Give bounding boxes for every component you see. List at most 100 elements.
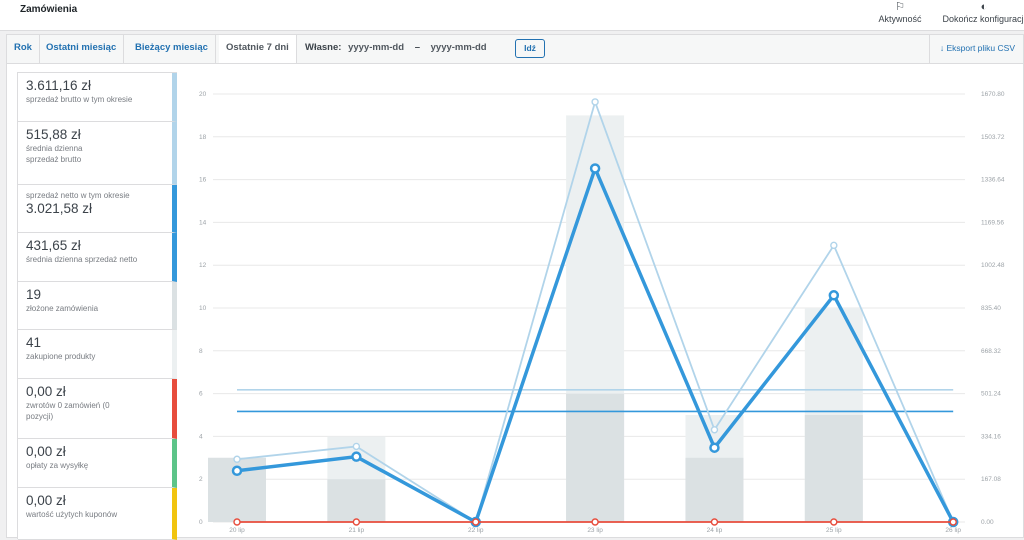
legend-label: sprzedaż brutto w tym okresie	[26, 95, 133, 104]
legend-avg-gross-sales[interactable]: 515,88 zł średnia dzienna sprzedaż brutt…	[18, 122, 177, 185]
series-point	[231, 465, 243, 477]
legend-amount: 431,65 zł	[26, 238, 81, 253]
series-point	[591, 98, 599, 106]
progress-circle-icon: ◐	[980, 1, 988, 13]
y-left-tick-label: 12	[199, 262, 207, 269]
series-point	[830, 518, 838, 526]
x-tick-label: 26 lip	[945, 527, 961, 534]
sales-chart-svg: 0 2 4 6 8 10 12 14 16 18 20 0.00 167.08 334.16 501.24 6…	[199, 91, 1005, 534]
y-right-tick-label: 167.08	[981, 476, 1001, 483]
x-tick-label: 22 lip	[468, 527, 484, 534]
y-right-tick-label: 1503.72	[981, 134, 1005, 141]
legend-amount: 19	[26, 287, 42, 302]
legend-gross-sales[interactable]: 3.611,16 zł sprzedaż brutto w tym okresi…	[18, 73, 177, 122]
range-separator: –	[414, 42, 420, 53]
y-left-tick-label: 16	[199, 177, 207, 184]
tab-year[interactable]: Rok	[7, 35, 40, 63]
y-right-tick-label: 1002.48	[981, 262, 1005, 269]
legend-coupons[interactable]: 0,00 zł wartość użytych kuponów	[18, 488, 177, 540]
legend-label: opłaty za wysyłkę	[26, 461, 89, 470]
sales-chart: 0 2 4 6 8 10 12 14 16 18 20 0.00 167.08 334.16 501.24 6…	[183, 72, 1024, 539]
y-right-tick-label: 0.00	[981, 519, 994, 526]
custom-range: Własne: yyyy-mm-dd – yyyy-mm-dd	[305, 35, 487, 63]
orders-bar	[685, 457, 744, 522]
legend-label: średnia dzienna sprzedaż netto	[26, 255, 138, 264]
legend-amount: 41	[26, 335, 42, 350]
x-tick-label: 24 lip	[707, 527, 723, 534]
x-tick-label: 20 lip	[229, 527, 245, 534]
export-csv-link[interactable]: ↓ Eksport pliku CSV	[928, 35, 1023, 63]
legend-label: zakupione produkty	[26, 352, 96, 361]
series-point	[472, 518, 480, 526]
report-panel: 3.611,16 zł sprzedaż brutto w tym okresi…	[6, 63, 1024, 540]
y-left-tick-label: 2	[199, 476, 203, 483]
series-point	[709, 442, 720, 453]
x-tick-label: 25 lip	[826, 527, 842, 534]
tab-last-month[interactable]: Ostatni miesiąc	[39, 35, 125, 63]
end-date-input[interactable]: yyyy-mm-dd	[431, 42, 487, 53]
series-point	[949, 518, 957, 526]
legend-label: wartość użytych kuponów	[26, 510, 118, 519]
series-point	[710, 426, 719, 434]
x-tick-label: 23 lip	[587, 527, 603, 534]
custom-range-label: Własne:	[305, 42, 342, 53]
y-left-tick-label: 6	[199, 391, 203, 398]
tab-current-month[interactable]: Bieżący miesiąc	[128, 35, 216, 63]
y-left-tick-label: 14	[199, 219, 207, 226]
legend-avg-net-sales[interactable]: 431,65 zł średnia dzienna sprzedaż netto	[18, 233, 177, 282]
legend-amount: 515,88 zł	[26, 127, 81, 142]
finish-setup-label: Dokończ konfiguracji	[942, 14, 1024, 24]
y-right-tick-label: 501.24	[981, 391, 1001, 398]
orders-bar	[804, 415, 863, 522]
y-right-tick-label: 1670.80	[981, 91, 1005, 98]
y-left-tick-label: 8	[199, 348, 203, 355]
chart-legend: 3.611,16 zł sprzedaż brutto w tym okresi…	[17, 72, 177, 540]
y-right-tick-label: 668.32	[981, 348, 1001, 355]
page-title: Zamówienia	[20, 4, 78, 15]
series-point	[233, 455, 241, 463]
y-left-tick-label: 4	[199, 433, 203, 440]
y-right-tick-label: 835.40	[981, 305, 1001, 312]
legend-shipping[interactable]: 0,00 zł opłaty za wysyłkę	[18, 439, 177, 488]
orders-bar	[327, 479, 386, 522]
legend-amount: 0,00 zł	[26, 444, 66, 459]
legend-amount: 3.611,16 zł	[26, 78, 92, 93]
orders-bar	[566, 393, 625, 522]
legend-label: sprzedaż netto w tym okresie	[26, 191, 130, 200]
series-point	[710, 518, 719, 526]
legend-label: zwrotów 0 zamówień (0 pozycji)	[26, 401, 110, 421]
start-date-input[interactable]: yyyy-mm-dd	[348, 42, 404, 53]
legend-label: średnia dzienna sprzedaż brutto	[26, 144, 83, 164]
series-point	[351, 451, 362, 462]
series-point	[233, 518, 241, 526]
series-point	[828, 290, 840, 301]
x-tick-label: 21 lip	[349, 527, 365, 534]
legend-amount: 3.021,58 zł	[26, 201, 93, 216]
series-point	[830, 241, 838, 250]
y-right-tick-label: 334.16	[981, 433, 1001, 440]
activity-button[interactable]: ⚐ Aktywność	[872, 0, 928, 30]
legend-label: złożone zamówienia	[26, 304, 99, 313]
y-left-tick-label: 18	[199, 134, 207, 141]
series-point	[591, 518, 599, 526]
legend-refunds[interactable]: 0,00 zł zwrotów 0 zamówień (0 pozycji)	[18, 379, 177, 439]
date-range-tabs: Rok Ostatni miesiąc Bieżący miesiąc Osta…	[6, 34, 1024, 65]
legend-orders-placed[interactable]: 19 złożone zamówienia	[18, 282, 177, 330]
flag-icon: ⚐	[895, 1, 905, 13]
legend-amount: 0,00 zł	[26, 384, 66, 399]
y-left-tick-label: 0	[199, 519, 203, 526]
legend-items-purchased[interactable]: 41 zakupione produkty	[18, 330, 177, 379]
legend-amount: 0,00 zł	[26, 493, 66, 508]
legend-net-sales[interactable]: sprzedaż netto w tym okresie 3.021,58 zł	[18, 185, 177, 233]
export-label: Eksport pliku CSV	[946, 43, 1016, 53]
tab-last-7-days[interactable]: Ostatnie 7 dni	[219, 35, 297, 65]
y-left-tick-label: 10	[199, 305, 207, 312]
y-right-tick-label: 1169.56	[981, 219, 1004, 226]
top-bar: Zamówienia ⚐ Aktywność ◐ Dokończ konfigu…	[0, 0, 1024, 31]
go-button[interactable]: Idź	[515, 39, 545, 58]
series-point	[352, 518, 361, 526]
finish-setup-button[interactable]: ◐ Dokończ konfiguracji	[936, 0, 1024, 30]
y-right-tick-label: 1336.64	[981, 177, 1005, 184]
y-left-tick-label: 20	[199, 91, 207, 98]
series-point	[352, 442, 361, 451]
